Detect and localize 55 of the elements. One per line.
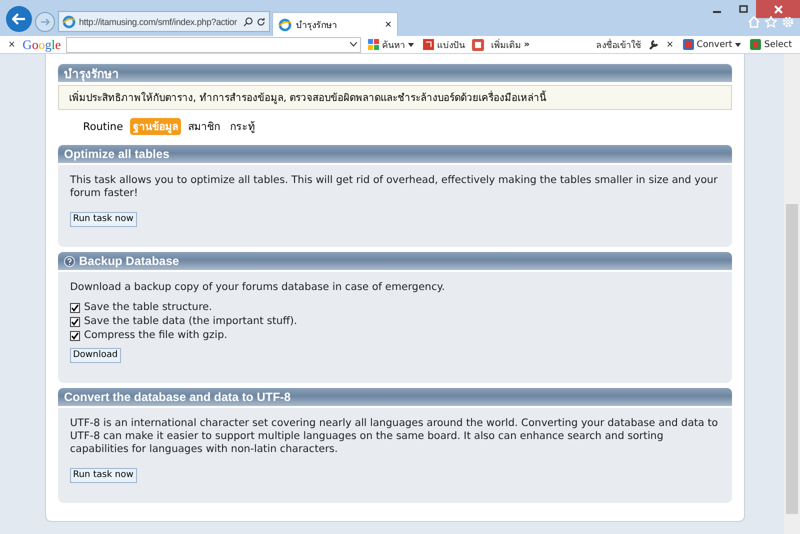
- checkbox[interactable]: [70, 316, 80, 326]
- close-button[interactable]: [756, 0, 800, 18]
- action-button[interactable]: Run task now: [70, 212, 136, 227]
- checkbox[interactable]: [70, 302, 80, 312]
- translate-icon[interactable]: [472, 38, 484, 50]
- search-field[interactable]: [66, 36, 361, 52]
- checkbox-label: Save the table data (the important stuff).: [84, 315, 298, 328]
- sub-tab[interactable]: กระทู้: [227, 118, 258, 135]
- forward-arrow-icon: [40, 18, 50, 26]
- section-title: Convert the database and data to UTF-8: [64, 390, 291, 404]
- action-button[interactable]: Run task now: [70, 468, 136, 483]
- share-button[interactable]: แบ่งปัน: [420, 38, 467, 52]
- help-icon[interactable]: [64, 256, 75, 266]
- refresh-icon: [256, 16, 266, 26]
- caret-icon: [408, 42, 414, 46]
- close-icon: [774, 4, 782, 14]
- description-text: เพิ่มประสิทธิภาพให้กับตาราง, ทำการสำรองข้อมูล, ตรวจสอบข้อผิดพลาดและชำระล้างบอร์ดด้วยเครื่องมือเหล่านี้: [58, 85, 732, 110]
- share-icon: [422, 39, 434, 50]
- section-header: บำรุงรักษา: [58, 64, 732, 82]
- maximize-icon: [738, 5, 748, 13]
- browser-icon: [62, 14, 76, 28]
- google-logo: Google: [22, 36, 61, 52]
- squares-icon: [368, 39, 379, 50]
- section-title: Backup Database: [79, 254, 180, 268]
- address-bar[interactable]: http://itamusing.com/smf/index.php?actior: [58, 11, 270, 32]
- home-icon[interactable]: [748, 16, 760, 28]
- caret-icon: [735, 42, 742, 46]
- chevron-icon: [350, 42, 357, 47]
- close-toolbar-button[interactable]: ×: [6, 40, 18, 50]
- back-arrow-icon: [12, 13, 26, 25]
- settings-icon[interactable]: [782, 16, 794, 28]
- sub-tab[interactable]: Routine: [80, 120, 126, 132]
- more-button[interactable]: เพิ่มเติม »: [488, 38, 532, 52]
- action-button[interactable]: Download: [70, 348, 121, 363]
- select-icon: [750, 39, 762, 50]
- convert-button[interactable]: Convert: [680, 39, 744, 50]
- search-icon: [243, 16, 253, 26]
- sign-in-button[interactable]: ลงชื่อเข้าใช้: [594, 38, 644, 52]
- checkbox-label: Compress the file with gzip.: [84, 329, 228, 342]
- sub-tab[interactable]: สมาชิก: [185, 118, 224, 135]
- select-button[interactable]: Select: [748, 39, 794, 50]
- search-button[interactable]: ค้นหา: [366, 38, 416, 52]
- section-text: Download a backup copy of your forums database in case of emergency.: [70, 281, 445, 294]
- convert-icon: [682, 39, 694, 50]
- section-title: Optimize all tables: [64, 147, 170, 161]
- checkbox[interactable]: [70, 330, 80, 340]
- browser-tab[interactable]: บำรุงรักษา ×: [272, 12, 398, 36]
- wrench-icon[interactable]: [648, 39, 660, 50]
- section-text: This task allows you to optimize all tables. This will get rid of overhead, effectively making the tables smaller in size and your forum faster!: [70, 174, 719, 200]
- close-button[interactable]: ×: [664, 40, 676, 50]
- checkbox-label: Save the table structure.: [84, 301, 212, 314]
- back-button[interactable]: [6, 6, 32, 32]
- section-text: UTF-8 is an international character set covering nearly all languages around the world. Converting your database and data to UTF-8 can make it easier to support multiple languages on the same board. It also can enhance search and sorting capabilities for languages with non-latin characters.: [70, 417, 719, 456]
- browser-icon: [278, 18, 292, 32]
- star-icon[interactable]: [765, 16, 777, 28]
